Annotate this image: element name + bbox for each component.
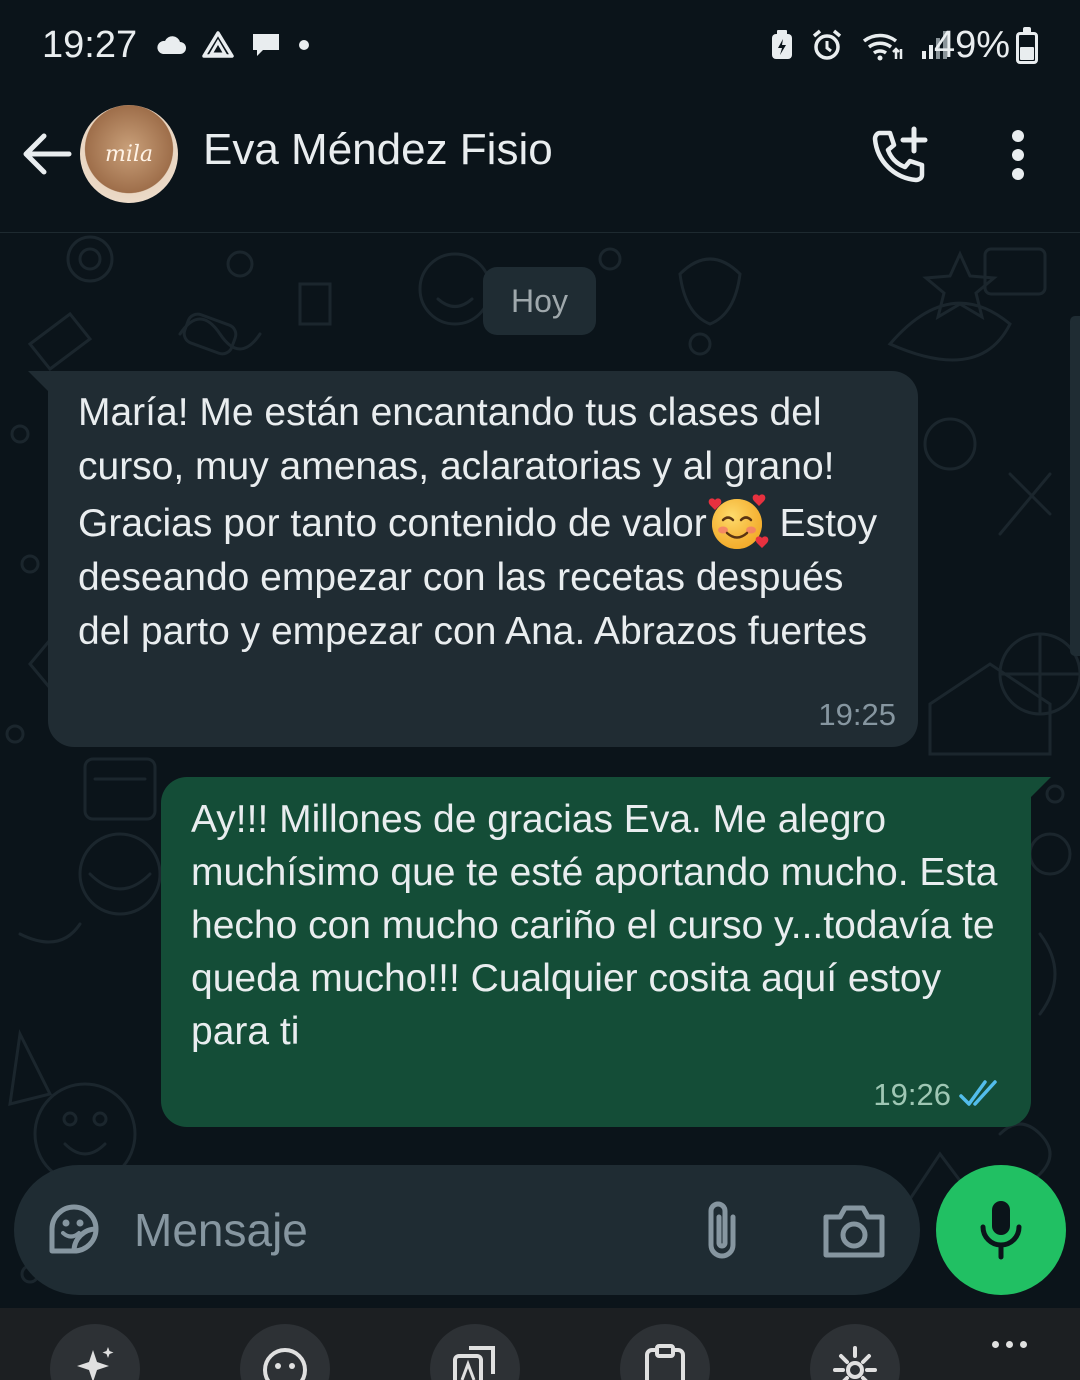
message-time: 19:25 bbox=[818, 697, 896, 732]
smiling-face-with-hearts-emoji bbox=[707, 494, 769, 550]
add-call-button[interactable] bbox=[868, 123, 932, 187]
battery-saver-icon bbox=[772, 30, 792, 59]
message-text: Ay!!! Millones de gracias Eva. Me alegro… bbox=[191, 798, 998, 1053]
battery-percent: 49% bbox=[933, 24, 1010, 66]
settings-icon bbox=[833, 1346, 877, 1380]
more-horiz-icon[interactable] bbox=[992, 1334, 1032, 1354]
battery-icon bbox=[1016, 27, 1038, 64]
keyboard-emoji-button[interactable] bbox=[240, 1324, 330, 1380]
more-vert-icon bbox=[1012, 130, 1024, 180]
translate-icon bbox=[453, 1346, 495, 1380]
message-text: María! Me están encantando tus clases de… bbox=[78, 386, 898, 659]
keyboard-settings-button[interactable] bbox=[810, 1324, 900, 1380]
contact-avatar[interactable]: mila bbox=[80, 105, 178, 203]
sticker-icon[interactable] bbox=[44, 1199, 104, 1259]
microphone-icon bbox=[980, 1201, 1022, 1260]
status-time: 19:27 bbox=[42, 24, 138, 66]
keyboard-clipboard-button[interactable] bbox=[620, 1324, 710, 1380]
cloud-icon bbox=[157, 36, 186, 54]
keyboard-toolbar bbox=[0, 1308, 1080, 1380]
outgoing-message[interactable]: Ay!!! Millones de gracias Eva. Me alegro… bbox=[161, 777, 1051, 1127]
scrollbar[interactable] bbox=[1070, 316, 1080, 656]
message-input[interactable] bbox=[134, 1195, 614, 1265]
contact-name[interactable]: Eva Méndez Fisio bbox=[203, 125, 553, 175]
wifi-icon bbox=[862, 33, 903, 61]
read-ticks-icon bbox=[959, 1080, 997, 1106]
chat-header: mila Eva Méndez Fisio bbox=[0, 95, 1080, 233]
date-chip: Hoy bbox=[483, 267, 596, 335]
chat-bubble-icon bbox=[253, 34, 279, 56]
drive-icon bbox=[202, 31, 234, 58]
add-call-icon bbox=[872, 126, 928, 183]
message-composer bbox=[14, 1165, 920, 1295]
message-time: 19:26 bbox=[873, 1077, 951, 1112]
keyboard-translate-button[interactable] bbox=[430, 1324, 520, 1380]
sparkle-icon bbox=[77, 1347, 114, 1380]
keyboard-ai-button[interactable] bbox=[50, 1324, 140, 1380]
status-right-icons bbox=[770, 28, 950, 62]
status-bar: 19:27 49% bbox=[0, 0, 1080, 95]
clipboard-icon bbox=[645, 1344, 685, 1380]
dot-icon bbox=[299, 40, 309, 50]
back-button[interactable] bbox=[20, 127, 74, 181]
avatar-logo-text: mila bbox=[104, 141, 154, 167]
voice-message-button[interactable] bbox=[936, 1165, 1066, 1295]
camera-icon[interactable] bbox=[822, 1201, 886, 1259]
paperclip-icon[interactable] bbox=[697, 1195, 747, 1265]
alarm-icon bbox=[812, 29, 842, 60]
chat-area[interactable]: Hoy María! Me están encantando tus clase… bbox=[0, 234, 1080, 1309]
more-options-button[interactable] bbox=[998, 127, 1038, 183]
back-arrow-icon bbox=[23, 133, 72, 175]
emoji-icon bbox=[263, 1348, 307, 1380]
incoming-message[interactable]: María! Me están encantando tus clases de… bbox=[28, 371, 918, 747]
status-left-icons bbox=[155, 30, 311, 60]
